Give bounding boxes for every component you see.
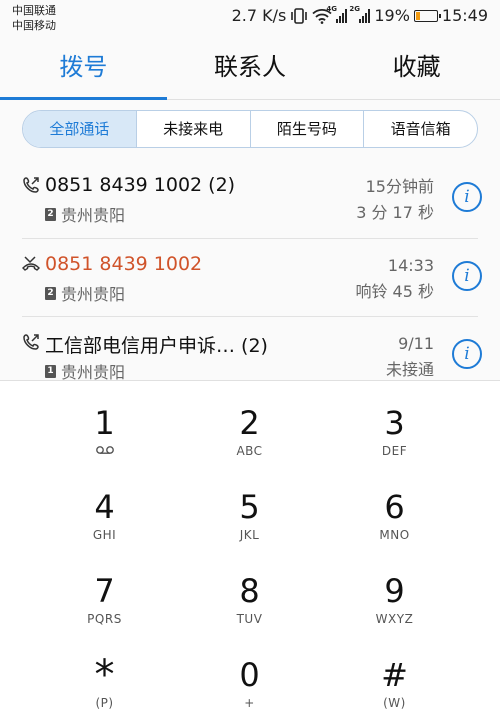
key-digit: 5 — [239, 488, 260, 526]
dialpad-key-2[interactable]: 2 ABC — [177, 381, 322, 465]
call-ring-duration: 响铃 45 秒 — [355, 282, 434, 301]
key-letters: (W) — [383, 696, 406, 710]
dialpad-key-7[interactable]: 7 PQRS — [32, 549, 177, 633]
main-tabs: 拨号 联系人 收藏 — [0, 36, 500, 100]
key-letters: MNO — [379, 528, 410, 542]
key-letters: DEF — [381, 444, 408, 458]
key-digit: * — [94, 652, 115, 698]
call-location: 1 贵州贵阳 — [45, 359, 125, 380]
call-info-icon[interactable]: i — [452, 339, 482, 369]
key-digit: 8 — [239, 572, 260, 610]
call-time: 15分钟前 — [365, 177, 434, 196]
sim-card-icon: 2 — [45, 286, 56, 300]
call-location: 2 贵州贵阳 — [45, 281, 125, 305]
dialpad-key-1[interactable]: 1 — [32, 381, 177, 465]
voicemail-icon — [32, 443, 177, 459]
call-log: 0851 8439 1002 (2) 2 贵州贵阳 15分钟前 3 分 17 秒… — [0, 160, 500, 380]
key-digit: 1 — [94, 404, 115, 442]
dialpad-key-0[interactable]: 0 + — [177, 633, 322, 711]
key-digit: 3 — [384, 404, 405, 442]
call-number: 0851 8439 1002 — [45, 253, 203, 275]
dialpad: 1 2 ABC 3 DEF 4 GHI 5 JKL 6 MNO 7 PQRS 8… — [0, 380, 500, 711]
signal-icon-sim2: 2G — [349, 5, 371, 23]
network-speed: 2.7 K/s — [231, 6, 287, 25]
dialpad-key-9[interactable]: 9 WXYZ — [322, 549, 467, 633]
call-meta: 9/11 未接通 — [386, 331, 434, 380]
call-info-icon[interactable]: i — [452, 182, 482, 212]
call-number: 工信部电信用户申诉… (2) — [45, 335, 268, 357]
key-digit: # — [381, 656, 408, 694]
key-letters: ABC — [236, 444, 263, 458]
dialpad-key-4[interactable]: 4 GHI — [32, 465, 177, 549]
sim-card-icon: 1 — [45, 364, 56, 378]
call-time: 9/11 — [398, 334, 434, 353]
filter-voicemail[interactable]: 语音信箱 — [363, 111, 477, 147]
location-text: 贵州贵阳 — [61, 206, 126, 225]
battery-icon — [413, 9, 441, 22]
outgoing-call-icon — [23, 177, 39, 193]
network-type-1: 4G — [326, 4, 337, 13]
key-digit: 4 — [94, 488, 115, 526]
call-filter: 全部通话 未接来电 陌生号码 语音信箱 — [22, 110, 478, 148]
sim-card-icon: 2 — [45, 207, 56, 221]
carrier-1: 中国联通 — [12, 4, 56, 17]
key-digit: 0 — [239, 656, 260, 694]
filter-unknown-numbers[interactable]: 陌生号码 — [249, 111, 364, 147]
filter-missed-calls[interactable]: 未接来电 — [135, 111, 250, 147]
key-letters: WXYZ — [375, 612, 414, 626]
battery-percent: 19% — [374, 6, 410, 25]
carrier-2: 中国移动 — [12, 19, 56, 32]
tab-favorites[interactable]: 收藏 — [333, 36, 500, 99]
filter-all-calls[interactable]: 全部通话 — [23, 111, 136, 147]
dialpad-key-star[interactable]: * (P) — [32, 633, 177, 711]
dialpad-key-3[interactable]: 3 DEF — [322, 381, 467, 465]
key-letters: (P) — [95, 696, 114, 710]
status-indicators: 2.7 K/s 4G 2G 19% 15:49 — [231, 5, 488, 26]
call-location: 2 贵州贵阳 — [45, 202, 125, 226]
outgoing-call-icon — [23, 334, 39, 350]
dialpad-key-5[interactable]: 5 JKL — [177, 465, 322, 549]
key-digit: 2 — [239, 404, 260, 442]
key-digit: 6 — [384, 488, 405, 526]
call-info-icon[interactable]: i — [452, 261, 482, 291]
tab-contacts[interactable]: 联系人 — [167, 36, 334, 99]
key-letters: + — [244, 696, 255, 710]
signal-icon-sim1: 4G — [326, 5, 348, 23]
call-log-item[interactable]: 工信部电信用户申诉… (2) 1 贵州贵阳 9/11 未接通 i — [22, 316, 482, 380]
clock: 15:49 — [441, 6, 488, 25]
missed-call-icon — [22, 256, 40, 271]
key-letters: GHI — [92, 528, 117, 542]
carrier-names: 中国联通 中国移动 — [12, 3, 56, 33]
key-letters: TUV — [236, 612, 263, 626]
key-letters: PQRS — [87, 612, 122, 626]
dialpad-key-hash[interactable]: # (W) — [322, 633, 467, 711]
key-digit: 7 — [94, 572, 115, 610]
vibrate-icon — [291, 7, 308, 24]
status-bar: 中国联通 中国移动 2.7 K/s 4G 2G 19% 15:49 — [0, 0, 500, 36]
call-duration: 3 分 17 秒 — [356, 203, 434, 222]
tab-dial[interactable]: 拨号 — [0, 36, 167, 100]
call-time: 14:33 — [387, 256, 434, 275]
call-log-item[interactable]: 0851 8439 1002 2 贵州贵阳 14:33 响铃 45 秒 i — [22, 238, 482, 316]
call-number: 0851 8439 1002 (2) — [45, 174, 236, 196]
dialpad-key-8[interactable]: 8 TUV — [177, 549, 322, 633]
location-text: 贵州贵阳 — [61, 363, 126, 380]
key-digit: 9 — [384, 572, 405, 610]
call-log-item[interactable]: 0851 8439 1002 (2) 2 贵州贵阳 15分钟前 3 分 17 秒… — [0, 160, 500, 238]
call-meta: 15分钟前 3 分 17 秒 — [356, 174, 434, 226]
call-status: 未接通 — [385, 360, 434, 379]
location-text: 贵州贵阳 — [61, 285, 126, 304]
call-meta: 14:33 响铃 45 秒 — [355, 253, 434, 305]
network-type-2: 2G — [349, 4, 360, 13]
battery-level — [415, 11, 420, 20]
key-letters: JKL — [239, 528, 260, 542]
dialpad-key-6[interactable]: 6 MNO — [322, 465, 467, 549]
